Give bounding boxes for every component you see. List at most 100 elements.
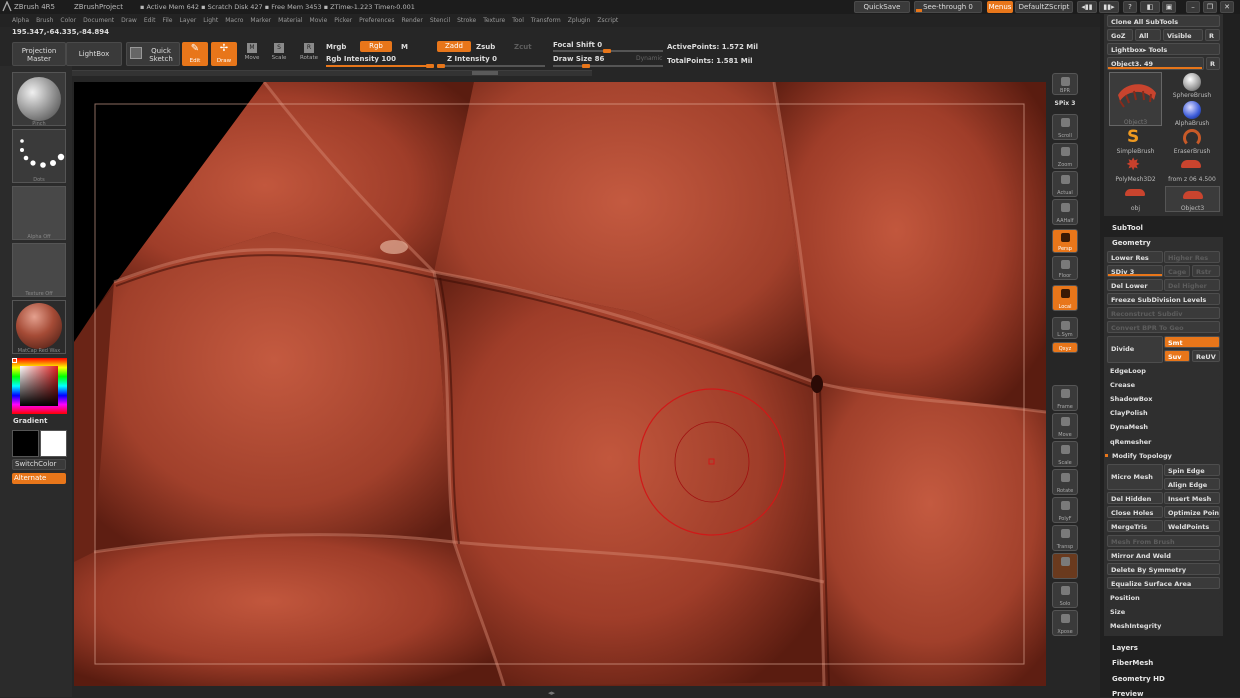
gradient-label[interactable]: Gradient [13,417,47,425]
scale-button[interactable]: S Scale [268,43,290,65]
minimize-icon[interactable]: – [1186,1,1200,13]
del-hidden-button[interactable]: Del Hidden [1107,492,1163,504]
mirror-and-weld-button[interactable]: Mirror And Weld [1107,549,1220,561]
clone-all-subtools-button[interactable]: Clone All SubTools [1107,15,1220,27]
alternate-button[interactable]: Alternate [12,473,66,484]
shelf-ghost-button[interactable] [1052,553,1078,579]
edgeloop-subpalette[interactable]: EdgeLoop [1107,365,1220,377]
polymesh3d-icon[interactable]: ✸ [1126,156,1140,174]
shelf-lsym-button[interactable]: L.Sym [1052,317,1078,339]
rgb-button[interactable]: Rgb [360,41,392,52]
draw-size-knob[interactable] [582,64,590,68]
shelf-xpose-button[interactable]: Xpose [1052,610,1078,636]
higher-res-button[interactable]: Higher Res [1164,251,1220,263]
zcut-button[interactable]: Zcut [514,43,532,51]
reconstruct-subdiv-button[interactable]: Reconstruct Subdiv [1107,307,1220,319]
rgb-intensity-knob[interactable] [426,64,434,68]
brush-thumbnail[interactable] [12,72,66,126]
freeze-subdivision-button[interactable]: Freeze SubDivision Levels [1107,293,1220,305]
size-subpalette[interactable]: Size [1107,606,1220,618]
shelf-scroll-button[interactable]: Scroll [1052,114,1078,140]
divide-button[interactable]: Divide [1107,336,1163,363]
canvas-viewport[interactable] [74,82,1046,686]
menu-zplugin[interactable]: Zplugin [568,14,591,27]
tool-thumb-object3[interactable] [1109,72,1162,126]
layout-next-icon[interactable]: ▮▮▸ [1099,1,1119,13]
focal-shift-knob[interactable] [603,49,611,53]
menu-render[interactable]: Render [401,14,422,27]
mesh-from-brush-button[interactable]: Mesh From Brush [1107,535,1220,547]
shelf-zoom-button[interactable]: Zoom [1052,143,1078,169]
layers-header[interactable]: Layers [1112,644,1138,652]
saturation-square[interactable] [20,366,58,406]
insert-mesh-button[interactable]: Insert Mesh [1164,492,1220,504]
mergetris-button[interactable]: MergeTris [1107,520,1163,532]
save-ui-icon[interactable]: ▣ [1162,1,1176,13]
menu-brush[interactable]: Brush [36,14,53,27]
default-zscript-button[interactable]: DefaultZScript [1015,1,1073,13]
meshintegrity-subpalette[interactable]: MeshIntegrity [1107,620,1220,632]
simplebrush-icon[interactable]: S [1127,128,1139,146]
z-intensity-slider[interactable]: Z Intensity 0 [447,55,497,63]
m-button[interactable]: M [401,43,408,51]
qremesher-subpalette[interactable]: qRemesher [1107,436,1220,448]
draw-button[interactable]: ✢ Draw [211,42,237,66]
weldpoints-button[interactable]: WeldPoints [1164,520,1220,532]
menu-marker[interactable]: Marker [250,14,271,27]
menu-layer[interactable]: Layer [180,14,197,27]
material-thumbnail[interactable] [12,300,66,354]
draw-size-track[interactable] [553,65,663,67]
tool-r-button[interactable]: R [1206,57,1220,70]
zsub-button[interactable]: Zsub [476,43,495,51]
menu-tool[interactable]: Tool [512,14,524,27]
mrgb-button[interactable]: Mrgb [326,43,346,51]
position-subpalette[interactable]: Position [1107,592,1220,604]
shelf-local-button[interactable]: Local [1052,285,1078,311]
geometry-header[interactable]: Geometry [1112,239,1151,247]
subtool-header[interactable]: SubTool [1112,224,1143,232]
del-lower-button[interactable]: Del Lower [1107,279,1163,291]
goz-r-button[interactable]: R [1205,29,1220,41]
projection-master-button[interactable]: Projection Master [12,42,66,66]
lightbox-button[interactable]: LightBox [66,42,122,66]
shelf-frame-button[interactable]: Frame [1052,385,1078,411]
shelf-aahalf-button[interactable]: AAHalf [1052,199,1078,225]
z-intensity-knob[interactable] [437,64,445,68]
goz-visible-button[interactable]: Visible [1163,29,1203,41]
lower-res-button[interactable]: Lower Res [1107,251,1163,263]
menu-light[interactable]: Light [203,14,218,27]
align-edge-button[interactable]: Align Edge [1164,478,1220,490]
menu-preferences[interactable]: Preferences [359,14,394,27]
help-icon[interactable]: ? [1123,1,1137,13]
menu-material[interactable]: Material [278,14,302,27]
shelf-scroll-thumb[interactable] [472,71,498,75]
shelf-rotate-button[interactable]: Rotate [1052,469,1078,495]
del-higher-button[interactable]: Del Higher [1164,279,1220,291]
draw-size-slider[interactable]: Draw Size 86 [553,55,604,63]
equalize-surface-area-button[interactable]: Equalize Surface Area [1107,577,1220,589]
menu-macro[interactable]: Macro [225,14,243,27]
quick-sketch-button[interactable]: Quick Sketch [126,42,180,66]
color-picker[interactable] [12,358,67,414]
eraserbrush-icon[interactable] [1183,129,1201,147]
convert-bpr-button[interactable]: Convert BPR To Geo [1107,321,1220,333]
menu-alpha[interactable]: Alpha [12,14,29,27]
menu-zscript[interactable]: Zscript [597,14,618,27]
shelf-polyf-button[interactable]: PolyF [1052,497,1078,523]
dynamesh-subpalette[interactable]: DynaMesh [1107,421,1220,433]
shelf-spix-button[interactable]: SPix 3 [1052,98,1078,108]
shelf-solo-button[interactable]: Solo [1052,582,1078,608]
see-through-slider[interactable]: See-through 0 [914,1,982,13]
alphabrush-icon[interactable] [1183,101,1201,119]
spin-edge-button[interactable]: Spin Edge [1164,464,1220,476]
menu-edit[interactable]: Edit [144,14,156,27]
modify-topology-subpalette[interactable]: Modify Topology [1109,450,1220,462]
menu-transform[interactable]: Transform [531,14,561,27]
restore-icon[interactable]: ❐ [1203,1,1217,13]
menu-stencil[interactable]: Stencil [430,14,450,27]
menu-movie[interactable]: Movie [310,14,328,27]
edit-button[interactable]: ✎ Edit [182,42,208,66]
quicksave-button[interactable]: QuickSave [854,1,910,13]
smt-toggle[interactable]: Smt [1164,336,1220,348]
menu-document[interactable]: Document [83,14,114,27]
